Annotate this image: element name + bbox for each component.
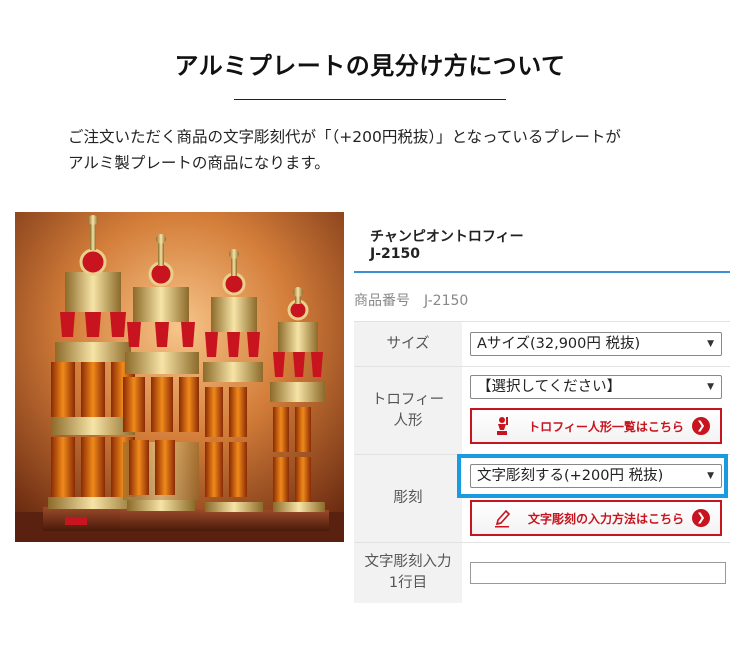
figure-label: トロフィー 人形 bbox=[354, 367, 462, 454]
product-header: チャンピオントロフィー J-2150 bbox=[354, 212, 730, 272]
figure-label-line-1: トロフィー bbox=[371, 391, 445, 408]
figure-select-value: 【選択してください】 bbox=[477, 379, 622, 395]
engraving-text-label-line-2: 1行目 bbox=[388, 575, 428, 591]
title-underline bbox=[234, 99, 506, 100]
engraving-highlight-frame bbox=[457, 454, 728, 498]
figure-cell: 【選択してください】 ▼ トロフィー人形一覧はこちら ❯ bbox=[462, 367, 730, 454]
size-select[interactable]: Aサイズ(32,900円 税抜) ▼ bbox=[470, 332, 722, 356]
size-label: サイズ bbox=[354, 322, 462, 366]
intro-text: ご注文いただく商品の文字彫刻代が「（+200円税抜）」となっているプレートが ア… bbox=[68, 124, 708, 176]
pencil-icon bbox=[495, 509, 510, 528]
engraving-line1-input[interactable] bbox=[470, 562, 726, 584]
intro-line-2: アルミ製プレートの商品になります。 bbox=[68, 154, 330, 172]
product-sku: 商品番号 J-2150 bbox=[354, 293, 469, 309]
size-cell: Aサイズ(32,900円 税抜) ▼ bbox=[462, 322, 730, 366]
engraving-input-guide-button[interactable]: 文字彫刻の入力方法はこちら ❯ bbox=[470, 500, 722, 536]
header-divider bbox=[354, 271, 730, 273]
engraving-text-cell bbox=[462, 543, 730, 603]
dropdown-arrow-icon: ▼ bbox=[707, 382, 714, 392]
dropdown-arrow-icon: ▼ bbox=[707, 339, 714, 349]
engraving-text-label-line-1: 文字彫刻入力 bbox=[364, 554, 452, 570]
size-select-value: Aサイズ(32,900円 税抜) bbox=[477, 336, 641, 352]
product-code: J-2150 bbox=[370, 246, 420, 262]
intro-line-1: ご注文いただく商品の文字彫刻代が「（+200円税抜）」となっているプレートが bbox=[68, 128, 621, 146]
figure-select[interactable]: 【選択してください】 ▼ bbox=[470, 375, 722, 399]
engraving-text-label: 文字彫刻入力 1行目 bbox=[354, 543, 462, 603]
trophy-figure-list-button[interactable]: トロフィー人形一覧はこちら ❯ bbox=[470, 408, 722, 444]
chevron-right-circle-icon: ❯ bbox=[692, 417, 710, 435]
trophy-product-photo bbox=[15, 212, 344, 542]
engraving-guide-button-label: 文字彫刻の入力方法はこちら bbox=[527, 511, 684, 526]
product-name: チャンピオントロフィー bbox=[370, 229, 524, 245]
trophy-figure-icon bbox=[497, 417, 508, 435]
engraving-label: 彫刻 bbox=[354, 455, 462, 542]
figure-label-line-2: 人形 bbox=[393, 412, 423, 429]
chevron-right-circle-icon: ❯ bbox=[692, 509, 710, 527]
trophy-figure-button-label: トロフィー人形一覧はこちら bbox=[528, 419, 684, 434]
page-title: アルミプレートの見分け方について bbox=[174, 52, 566, 80]
